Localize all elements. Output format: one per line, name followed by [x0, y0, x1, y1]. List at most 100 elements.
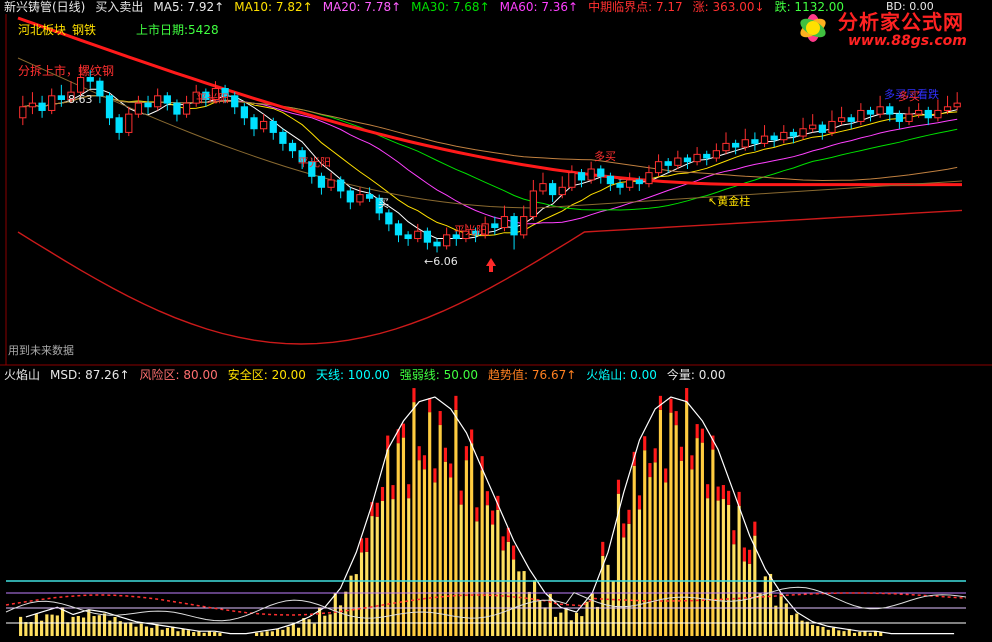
candle-up	[443, 234, 451, 247]
flame-bar	[328, 614, 332, 636]
candle-down	[173, 102, 181, 115]
candle-down	[365, 194, 374, 199]
flame-bar	[795, 613, 799, 636]
flame-bar	[276, 629, 280, 636]
flame-bar-top	[658, 395, 663, 410]
flame-bar-top	[706, 484, 710, 499]
safe-value: 安全区: 20.00	[227, 368, 306, 382]
candle-up	[327, 179, 335, 188]
candle-down	[163, 95, 171, 104]
indicator-name[interactable]: 买入卖出	[95, 0, 143, 14]
volcano-value: 火焰山: 0.00	[586, 368, 657, 382]
flame-bar-top	[653, 448, 657, 463]
candle-down	[385, 212, 393, 225]
flame-bar-top	[748, 549, 752, 564]
flame-bar	[55, 615, 59, 636]
flame-bar-top	[616, 479, 621, 494]
logo-url[interactable]: www.88gs.com	[848, 33, 967, 49]
flame-bar	[789, 615, 794, 636]
flame-bar-top	[685, 388, 689, 403]
flame-bar	[580, 616, 584, 636]
candle-down	[847, 117, 855, 122]
candle-up	[645, 172, 653, 185]
flame-bar	[816, 626, 820, 636]
listing-date: 上市日期:5428	[136, 23, 219, 37]
flame-bar-top	[443, 447, 447, 462]
flame-bar-top	[742, 547, 746, 562]
flame-bar-top	[449, 463, 453, 478]
risk-value: 风险区: 80.00	[139, 368, 218, 382]
flame-bar	[307, 619, 311, 636]
candle-up	[741, 139, 749, 148]
flame-bar	[102, 613, 107, 636]
flame-bar-top	[727, 490, 731, 505]
candle-up	[76, 77, 85, 93]
candle-down	[105, 95, 114, 119]
candle-up	[500, 216, 509, 229]
flame-bar	[181, 628, 185, 636]
flame-bar	[470, 443, 474, 636]
flame-bar	[658, 409, 663, 636]
candle-down	[115, 117, 123, 133]
flame-bar	[763, 576, 767, 636]
flame-bar	[753, 535, 757, 636]
flame-bar	[595, 606, 600, 636]
candle-down	[491, 223, 499, 229]
candle-up	[693, 153, 701, 163]
flame-bar	[192, 632, 196, 636]
flame-bar	[464, 460, 468, 636]
flame-bar	[71, 616, 75, 636]
flame-bar	[873, 631, 878, 636]
flame-bar	[144, 626, 149, 636]
candle-down	[703, 153, 711, 159]
sector-label: 河北板块	[18, 23, 67, 37]
flame-bar	[454, 409, 458, 636]
flame-bar	[349, 575, 353, 636]
flame-bar	[810, 624, 815, 636]
sub-name[interactable]: 火焰山	[4, 368, 40, 382]
candle-down	[394, 223, 403, 236]
flame-bar	[401, 437, 406, 636]
candle-down	[240, 106, 248, 119]
flame-bar-top	[664, 468, 668, 483]
flame-bar	[653, 462, 657, 636]
candle-down	[751, 139, 759, 144]
flame-bar	[97, 615, 101, 636]
flame-bar-top	[690, 455, 694, 470]
midline-value: 中期临界点: 7.17	[588, 0, 683, 14]
flame-bar-top	[648, 463, 652, 478]
candle-up	[674, 157, 682, 166]
flame-bar	[774, 605, 778, 636]
flame-bar-top	[700, 428, 704, 443]
candle-up	[134, 102, 143, 115]
candle-up	[182, 102, 191, 115]
candle-up	[529, 190, 537, 218]
flame-bar	[213, 632, 217, 636]
low-price-label: ←6.06	[424, 255, 458, 268]
flame-bar	[160, 629, 164, 636]
flame-bar	[852, 632, 857, 636]
candle-up	[780, 131, 788, 141]
flame-bar	[831, 627, 836, 636]
stock-title[interactable]: 新兴铸管(日线)	[4, 0, 85, 14]
duomai-label: 多买	[594, 150, 616, 163]
candle-up	[953, 102, 961, 108]
flame-bar	[312, 623, 316, 636]
flame-bar	[380, 500, 385, 636]
flame-bar	[61, 607, 65, 636]
flame-bar	[407, 498, 411, 636]
flame-bar	[496, 509, 500, 636]
flame-bar	[443, 461, 447, 636]
ma20-value: MA20: 7.78↑	[322, 0, 402, 14]
candle-up	[934, 109, 942, 119]
candle-down	[818, 124, 826, 133]
duomai-label-2: 多买	[898, 90, 920, 103]
flame-bar	[81, 617, 86, 636]
flame-bar	[459, 504, 463, 636]
flame-bar	[113, 617, 117, 636]
flame-bar	[690, 469, 694, 636]
candle-down	[57, 95, 65, 100]
candle-down	[683, 157, 692, 163]
flame-bar	[323, 615, 327, 636]
flame-bar	[737, 505, 741, 636]
